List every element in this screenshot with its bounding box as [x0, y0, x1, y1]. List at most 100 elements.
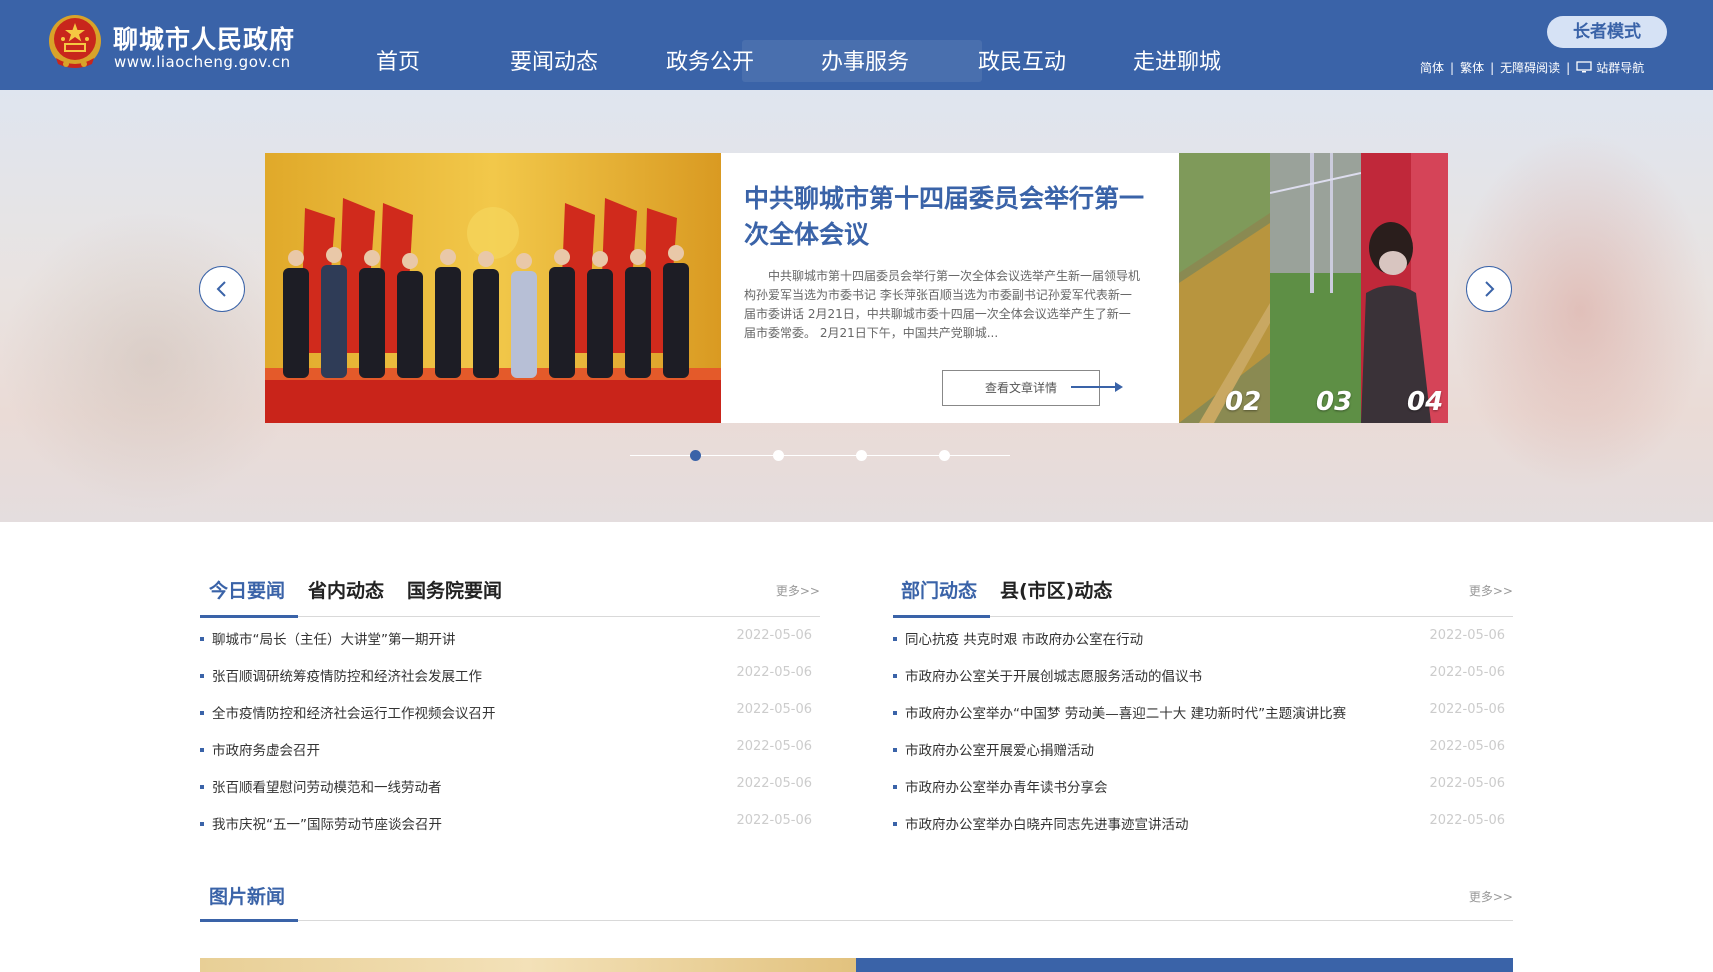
divider: | [1450, 61, 1455, 75]
news-title[interactable]: 我市庆祝“五一”国际劳动节座谈会召开 [212, 813, 442, 833]
bullet-icon [893, 785, 897, 789]
tab-province-news[interactable]: 省内动态 [308, 576, 384, 603]
news-title[interactable]: 张百顺调研统筹疫情防控和经济社会发展工作 [212, 665, 482, 685]
chevron-right-icon [1485, 281, 1495, 297]
pagination-dot-4[interactable] [939, 450, 950, 461]
pagination-dot-3[interactable] [856, 450, 867, 461]
site-url[interactable]: www.liaocheng.gov.cn [114, 53, 291, 71]
pagination-track [630, 455, 1010, 456]
tab-county-news[interactable]: 县(市区)动态 [1000, 576, 1112, 603]
slide-thumb-03[interactable]: 03 [1270, 153, 1361, 423]
news-title[interactable]: 同心抗疫 共克时艰 市政府办公室在行动 [905, 628, 1143, 648]
news-title[interactable]: 聊城市“局长（主任）大讲堂”第一期开讲 [212, 628, 456, 648]
bullet-icon [200, 711, 204, 715]
slide-summary: 中共聊城市第十四届委员会举行第一次全体会议选举产生新一届领导机构孙爱军当选为市委… [744, 269, 1141, 340]
thumb-number: 03 [1316, 387, 1353, 417]
news-date: 2022-05-06 [736, 702, 812, 717]
irrigation-photo [1270, 153, 1361, 423]
slide-thumb-02[interactable]: 02 [1179, 153, 1270, 423]
news-panel-right: 部门动态 县(市区)动态 更多>> 同心抗疫 共克时艰 市政府办公室在行动 202… [893, 572, 1513, 833]
nav-home[interactable]: 首页 [376, 44, 420, 76]
news-title[interactable]: 市政府办公室关于开展创城志愿服务活动的倡议书 [905, 665, 1202, 685]
divider: | [1490, 61, 1495, 75]
carousel-next-button[interactable] [1466, 266, 1512, 312]
worker-photo [1361, 153, 1448, 423]
nav-gov-affairs[interactable]: 政务公开 [666, 44, 754, 76]
news-date: 2022-05-06 [1429, 628, 1505, 643]
list-item: 市政府办公室举办青年读书分享会 2022-05-06 [893, 776, 1513, 813]
news-list: 聊城市“局长（主任）大讲堂”第一期开讲 2022-05-06 张百顺调研统筹疫情防… [200, 628, 820, 850]
meeting-photo [265, 153, 721, 423]
picture-news-title[interactable]: 图片新闻 [209, 882, 285, 909]
list-item: 市政府办公室举办白晓卉同志先进事迹宣讲活动 2022-05-06 [893, 813, 1513, 850]
nav-services[interactable]: 办事服务 [821, 44, 909, 76]
bullet-icon [200, 674, 204, 678]
news-title[interactable]: 市政府办公室举办青年读书分享会 [905, 776, 1108, 796]
news-title[interactable]: 市政府务虚会召开 [212, 739, 320, 759]
news-title[interactable]: 全市疫情防控和经济社会运行工作视频会议召开 [212, 702, 496, 722]
tab-today-news[interactable]: 今日要闻 [209, 576, 285, 603]
bullet-icon [200, 637, 204, 641]
carousel-prev-button[interactable] [199, 266, 245, 312]
national-emblem-icon[interactable] [48, 14, 102, 70]
slide-photo[interactable] [265, 153, 721, 423]
news-date: 2022-05-06 [736, 813, 812, 828]
bullet-icon [200, 785, 204, 789]
farmland-photo [1179, 153, 1270, 423]
more-link[interactable]: 更多>> [1469, 888, 1513, 905]
list-item: 我市庆祝“五一”国际劳动节座谈会召开 2022-05-06 [200, 813, 820, 850]
nav-interaction[interactable]: 政民互动 [978, 44, 1066, 76]
news-title[interactable]: 张百顺看望慰问劳动模范和一线劳动者 [212, 776, 442, 796]
news-title[interactable]: 市政府办公室举办“中国梦 劳动美—喜迎二十大 建功新时代”主题演讲比赛 [905, 702, 1346, 722]
list-item: 张百顺看望慰问劳动模范和一线劳动者 2022-05-06 [200, 776, 820, 813]
simplified-chinese-link[interactable]: 简体 [1420, 61, 1444, 75]
picture-news-strip [200, 958, 1513, 972]
bullet-icon [200, 822, 204, 826]
list-item: 全市疫情防控和经济社会运行工作视频会议召开 2022-05-06 [200, 702, 820, 739]
nav-about-city[interactable]: 走进聊城 [1133, 44, 1221, 76]
elder-mode-button[interactable]: 长者模式 [1547, 16, 1667, 48]
news-title[interactable]: 市政府办公室举办白晓卉同志先进事迹宣讲活动 [905, 813, 1189, 833]
more-link[interactable]: 更多>> [1469, 582, 1513, 599]
bullet-icon [893, 711, 897, 715]
news-list: 同心抗疫 共克时艰 市政府办公室在行动 2022-05-06 市政府办公室关于开展… [893, 628, 1513, 850]
news-date: 2022-05-06 [736, 739, 812, 754]
news-tabs: 今日要闻 省内动态 国务院要闻 更多>> [200, 572, 820, 618]
picture-news-photo[interactable] [200, 958, 856, 972]
bullet-icon [893, 674, 897, 678]
nav-news[interactable]: 要闻动态 [510, 44, 598, 76]
news-date: 2022-05-06 [1429, 776, 1505, 791]
accessibility-link[interactable]: 无障碍阅读 [1500, 61, 1560, 75]
list-item: 市政府办公室举办“中国梦 劳动美—喜迎二十大 建功新时代”主题演讲比赛 2022-… [893, 702, 1513, 739]
news-title[interactable]: 市政府办公室开展爱心捐赠活动 [905, 739, 1094, 759]
traditional-chinese-link[interactable]: 繁体 [1460, 61, 1484, 75]
pagination-dot-2[interactable] [773, 450, 784, 461]
tab-department-news[interactable]: 部门动态 [901, 576, 977, 603]
site-group-nav-link[interactable]: 站群导航 [1596, 61, 1644, 75]
site-name[interactable]: 聊城市人民政府 [113, 20, 295, 56]
active-tab-indicator [200, 919, 298, 922]
banner-carousel: 中共聊城市第十四届委员会举行第一次全体会议 中共聊城市第十四届委员会举行第一次全… [0, 90, 1713, 522]
news-date: 2022-05-06 [1429, 813, 1505, 828]
thumb-number: 02 [1225, 387, 1262, 417]
pagination-dot-1[interactable] [690, 450, 701, 461]
utility-links: 简体 | 繁体 | 无障碍阅读 | 站群导航 [1420, 59, 1644, 76]
picture-news-caption-panel[interactable] [856, 958, 1513, 972]
more-link[interactable]: 更多>> [776, 582, 820, 599]
view-article-button[interactable]: 查看文章详情 [942, 370, 1100, 406]
tab-state-council-news[interactable]: 国务院要闻 [407, 576, 502, 603]
slide-title[interactable]: 中共聊城市第十四届委员会举行第一次全体会议 [744, 181, 1144, 253]
active-tab-indicator [200, 615, 298, 618]
thumb-number: 04 [1407, 387, 1444, 417]
bullet-icon [200, 748, 204, 752]
news-date: 2022-05-06 [736, 628, 812, 643]
list-item: 市政府办公室关于开展创城志愿服务活动的倡议书 2022-05-06 [893, 665, 1513, 702]
picture-news-section: 图片新闻 更多>> [200, 878, 1513, 922]
list-item: 同心抗疫 共克时艰 市政府办公室在行动 2022-05-06 [893, 628, 1513, 665]
slide-thumb-04[interactable]: 04 [1361, 153, 1448, 423]
list-item: 张百顺调研统筹疫情防控和经济社会发展工作 2022-05-06 [200, 665, 820, 702]
active-tab-indicator [893, 615, 990, 618]
news-date: 2022-05-06 [736, 776, 812, 791]
site-header: 聊城市人民政府 www.liaocheng.gov.cn 首页 要闻动态 政务公… [0, 0, 1713, 90]
background-decoration [0, 210, 300, 510]
